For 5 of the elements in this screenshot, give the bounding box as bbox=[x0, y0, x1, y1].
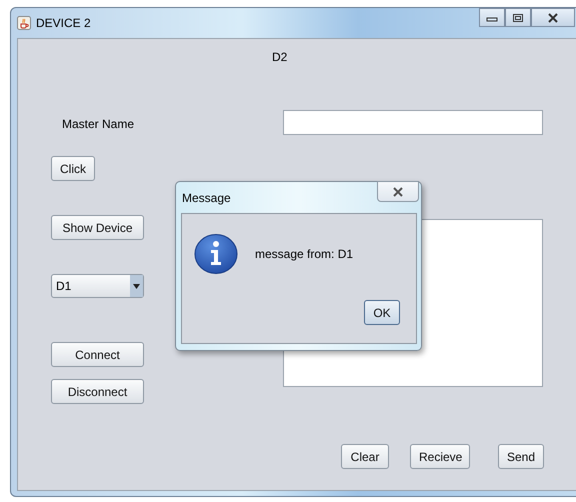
master-name-label: Master Name bbox=[62, 117, 134, 131]
dialog-message: message from: D1 bbox=[255, 247, 354, 261]
dialog-title: Message bbox=[182, 190, 231, 204]
device-heading: D2 bbox=[272, 50, 288, 64]
window-title: DEVICE 2 bbox=[36, 16, 91, 30]
